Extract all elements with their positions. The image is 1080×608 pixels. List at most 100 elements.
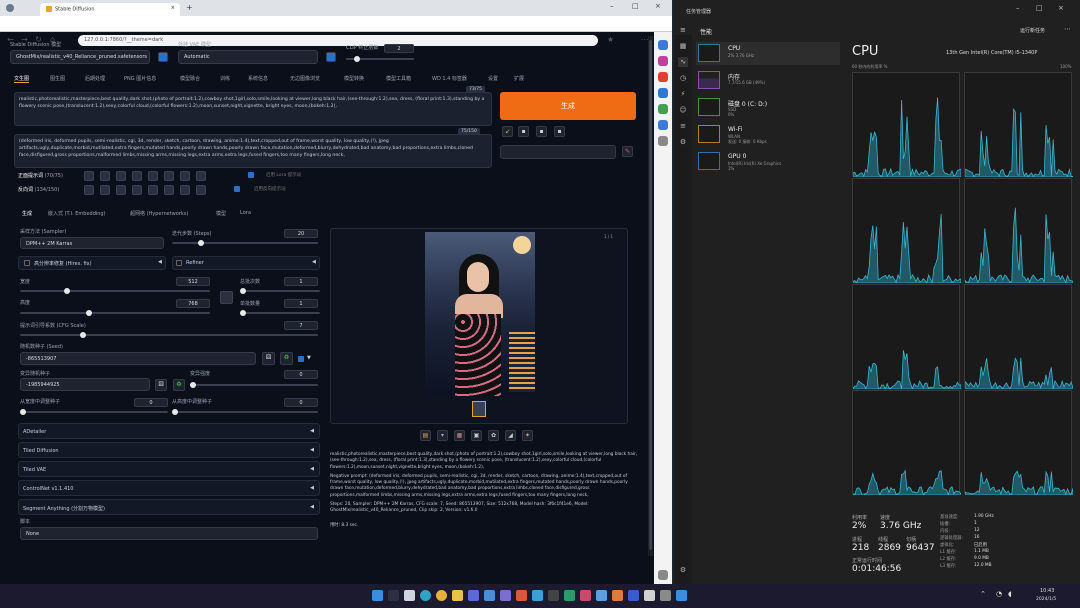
- helper-btn-10[interactable]: [100, 185, 110, 195]
- page-scrollbar[interactable]: [648, 36, 653, 556]
- subtab-embedding[interactable]: 嵌入式 (T.I. Embedding): [48, 210, 106, 217]
- app-taskbar-icon-2[interactable]: [500, 590, 511, 601]
- hires-expand-icon[interactable]: ◀: [158, 259, 162, 265]
- tm-close-icon[interactable]: ×: [1058, 4, 1064, 12]
- subtab-models[interactable]: 模型: [216, 210, 226, 217]
- app-history-nav-icon[interactable]: ◷: [678, 73, 688, 83]
- tm-menu-icon[interactable]: ≡: [680, 26, 686, 34]
- volume-tray-icon[interactable]: ◖: [1008, 590, 1012, 598]
- taskbar-search-icon[interactable]: [388, 590, 399, 601]
- services-nav-icon[interactable]: ⚙: [678, 137, 688, 147]
- refiner-expand-icon[interactable]: ◀: [312, 259, 316, 265]
- edge-taskbar-icon[interactable]: [420, 590, 431, 601]
- cfg-slider[interactable]: [20, 332, 318, 338]
- clip-skip-slider[interactable]: [346, 56, 414, 62]
- tm-minimize-icon[interactable]: –: [1016, 4, 1020, 12]
- script-select[interactable]: None: [20, 527, 318, 540]
- save-button[interactable]: ▾: [437, 430, 448, 441]
- send-inpaint-button[interactable]: ✿: [488, 430, 499, 441]
- batch-size-slider[interactable]: [240, 310, 320, 316]
- variation-seed-input[interactable]: -1985944925: [20, 378, 150, 391]
- output-image[interactable]: [425, 232, 535, 396]
- adetailer-accordion[interactable]: ADetailer ◀: [18, 423, 320, 439]
- tm-maximize-icon[interactable]: □: [1036, 4, 1043, 12]
- tab-close-icon[interactable]: ×: [171, 5, 175, 11]
- app-taskbar-icon-11[interactable]: [644, 590, 655, 601]
- helper-btn-12[interactable]: [132, 185, 142, 195]
- helper-btn-16[interactable]: [196, 185, 206, 195]
- performance-nav-icon[interactable]: ∿: [678, 57, 688, 67]
- tab-img2img[interactable]: 图生图: [50, 75, 65, 82]
- close-window-icon[interactable]: ×: [655, 2, 661, 10]
- variation-strength-input[interactable]: 0: [284, 370, 318, 379]
- height-input[interactable]: 768: [176, 299, 210, 308]
- processes-nav-icon[interactable]: ▦: [678, 41, 688, 51]
- subtab-lora[interactable]: Lora: [240, 210, 251, 216]
- chrome-taskbar-icon[interactable]: [436, 590, 447, 601]
- styles-select[interactable]: [500, 145, 616, 159]
- helper-btn-11[interactable]: [116, 185, 126, 195]
- reuse-seed-button[interactable]: ♻: [280, 352, 293, 365]
- segment-anything-accordion[interactable]: Segment Anything (分割万物模型) ◀: [18, 499, 320, 515]
- helper-btn-14[interactable]: [164, 185, 174, 195]
- app-taskbar-icon-3[interactable]: [516, 590, 527, 601]
- helper-btn-5[interactable]: [148, 171, 158, 181]
- generate-button[interactable]: 生成: [500, 92, 636, 120]
- tab-txt2img[interactable]: 文生图: [14, 75, 30, 83]
- tray-chevron-icon[interactable]: ⌃: [980, 590, 986, 598]
- styles-button[interactable]: ▪: [536, 126, 547, 137]
- minimize-icon[interactable]: –: [610, 2, 614, 10]
- app-taskbar-icon-12[interactable]: [660, 590, 671, 601]
- url-input[interactable]: 127.0.0.1:7860/?__theme=dark: [78, 35, 598, 46]
- trash-button[interactable]: ▪: [518, 126, 529, 137]
- add-sidebar-icon[interactable]: [658, 136, 668, 146]
- random-varseed-button[interactable]: ⚄: [155, 379, 167, 391]
- perf-item-gpu[interactable]: GPU 0 Intel(R) Iris(R) Xe Graphics 1%: [696, 150, 840, 173]
- read-params-button[interactable]: ↙: [502, 126, 513, 137]
- app-taskbar-icon-7[interactable]: [580, 590, 591, 601]
- resize-height-input[interactable]: 0: [284, 398, 318, 407]
- wifi-tray-icon[interactable]: ◔: [996, 590, 1002, 598]
- tab-toolkit[interactable]: 模型工具箱: [386, 75, 411, 82]
- outlook-icon[interactable]: [658, 88, 668, 98]
- subtab-hypernetworks[interactable]: 超网络 (Hypernetworks): [130, 210, 188, 217]
- batch-size-input[interactable]: 1: [284, 299, 318, 308]
- send-img2img-button[interactable]: ▣: [471, 430, 482, 441]
- app-taskbar-icon-8[interactable]: [596, 590, 607, 601]
- save-style-button[interactable]: ▪: [554, 126, 565, 137]
- refresh-vae-button[interactable]: [326, 52, 336, 62]
- helper-btn-7[interactable]: [180, 171, 190, 181]
- helper-btn-3[interactable]: [116, 171, 126, 181]
- tab-train[interactable]: 训练: [220, 75, 230, 82]
- browser-tab-stable-diffusion[interactable]: Stable Diffusion ×: [40, 3, 180, 16]
- explorer-taskbar-icon[interactable]: [452, 590, 463, 601]
- width-input[interactable]: 512: [176, 277, 210, 286]
- startup-nav-icon[interactable]: ⚡: [678, 89, 688, 99]
- helper-btn-9[interactable]: [84, 185, 94, 195]
- variation-strength-slider[interactable]: [190, 382, 318, 388]
- helper-btn-13[interactable]: [148, 185, 158, 195]
- games-icon[interactable]: [658, 104, 668, 114]
- height-slider[interactable]: [20, 310, 210, 316]
- edit-style-button[interactable]: ✎: [622, 146, 633, 157]
- refresh-checkpoint-button[interactable]: [158, 52, 168, 62]
- open-folder-button[interactable]: ▤: [420, 430, 431, 441]
- perf-item-memory[interactable]: 内存 7.7/15.6 GB (49%): [696, 69, 840, 92]
- perf-item-cpu[interactable]: CPU 2% 3.76 GHz: [696, 42, 840, 65]
- helper-btn-6[interactable]: [164, 171, 174, 181]
- steps-input[interactable]: 20: [284, 229, 318, 238]
- magic-button[interactable]: ✦: [522, 430, 533, 441]
- start-icon[interactable]: [372, 590, 383, 601]
- clock-date[interactable]: 2024/1/5: [1036, 597, 1056, 602]
- resize-width-slider[interactable]: [20, 409, 168, 415]
- office-icon[interactable]: [658, 72, 668, 82]
- checkpoint-select[interactable]: GhostMix/realistic_v40_Reliance_pruned.s…: [10, 50, 150, 64]
- extensions-icon[interactable]: ★: [606, 35, 615, 44]
- batch-count-slider[interactable]: [240, 288, 320, 294]
- tab-infinite-browser[interactable]: 无边图像浏览: [290, 75, 320, 82]
- negative-prompt-input[interactable]: (deformed iris, deformed pupils, semi-re…: [14, 134, 492, 168]
- sidebar-settings-icon[interactable]: [658, 570, 668, 580]
- new-tab-icon[interactable]: +: [186, 3, 193, 12]
- cb1[interactable]: [248, 172, 254, 178]
- extra-seed-checkbox[interactable]: [298, 356, 304, 362]
